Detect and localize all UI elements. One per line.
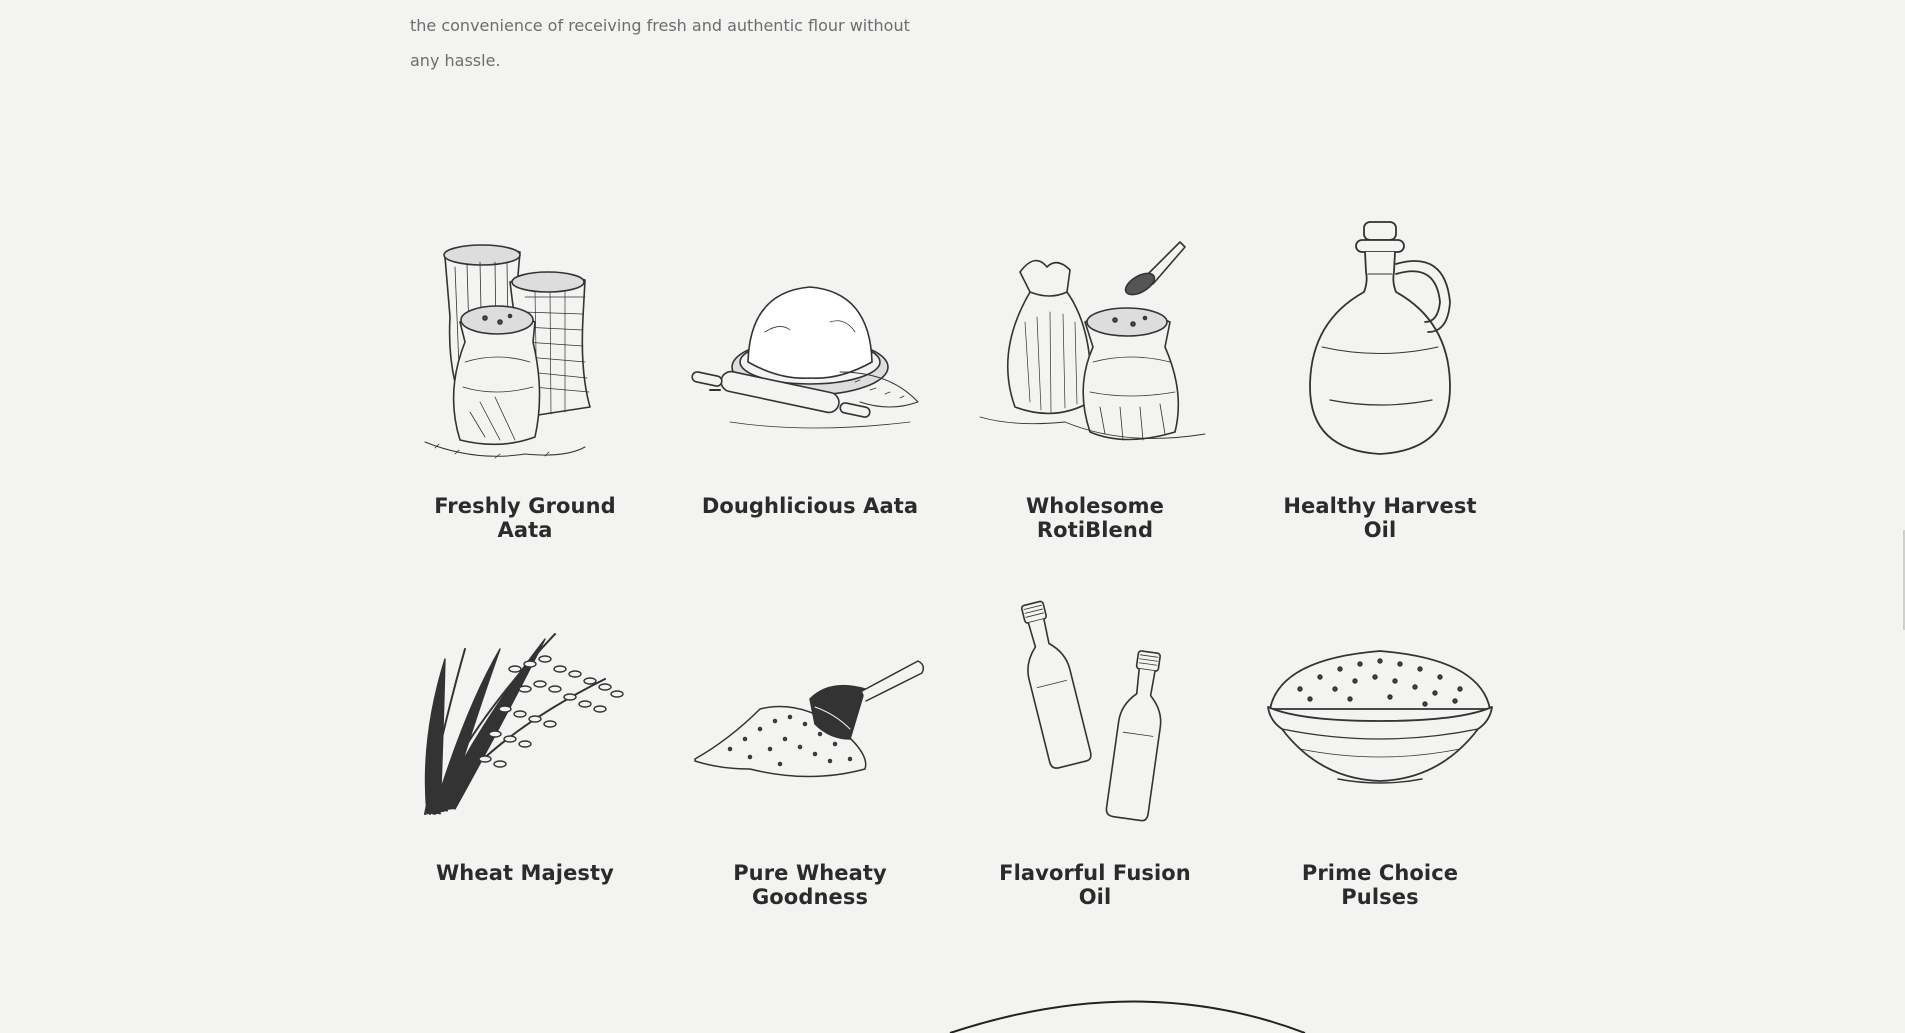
wheat-stalks-icon bbox=[405, 589, 645, 839]
product-card[interactable]: Wholesome RotiBlend bbox=[975, 222, 1215, 589]
product-card[interactable]: Flavorful Fusion Oil bbox=[975, 589, 1215, 956]
decorative-arc bbox=[949, 1000, 1306, 1033]
product-title: Flavorful Fusion Oil bbox=[999, 861, 1191, 909]
product-card[interactable]: Doughlicious Aata bbox=[690, 222, 930, 589]
grain-sacks-scoop-icon bbox=[975, 222, 1215, 472]
flour-sacks-icon bbox=[405, 222, 645, 472]
dough-rolling-pin-icon bbox=[690, 222, 930, 472]
product-title: Doughlicious Aata bbox=[701, 494, 919, 518]
oil-jug-icon bbox=[1260, 221, 1500, 472]
grain-scoop-icon bbox=[690, 589, 930, 839]
product-title: Freshly Ground Aata bbox=[434, 494, 616, 542]
product-title: Wheat Majesty bbox=[436, 861, 614, 885]
product-card[interactable]: Freshly Ground Aata bbox=[405, 222, 645, 589]
product-title: Wholesome RotiBlend bbox=[1026, 494, 1164, 542]
oil-bottles-icon bbox=[975, 589, 1215, 839]
intro-text: the convenience of receiving fresh and a… bbox=[410, 16, 910, 70]
pulses-bowl-icon bbox=[1260, 589, 1500, 839]
product-card[interactable]: Healthy Harvest Oil bbox=[1260, 221, 1500, 589]
product-title: Healthy Harvest Oil bbox=[1283, 494, 1477, 542]
product-title: Pure Wheaty Goodness bbox=[733, 861, 887, 909]
product-card[interactable]: Prime Choice Pulses bbox=[1260, 589, 1500, 956]
product-card[interactable]: Wheat Majesty bbox=[405, 589, 645, 956]
product-card[interactable]: Pure Wheaty Goodness bbox=[690, 589, 930, 956]
product-section: the convenience of receiving fresh and a… bbox=[0, 0, 1905, 1033]
product-title: Prime Choice Pulses bbox=[1301, 861, 1459, 909]
product-grid: Freshly Ground Aata Doughlicious Aata Wh… bbox=[405, 221, 1500, 956]
